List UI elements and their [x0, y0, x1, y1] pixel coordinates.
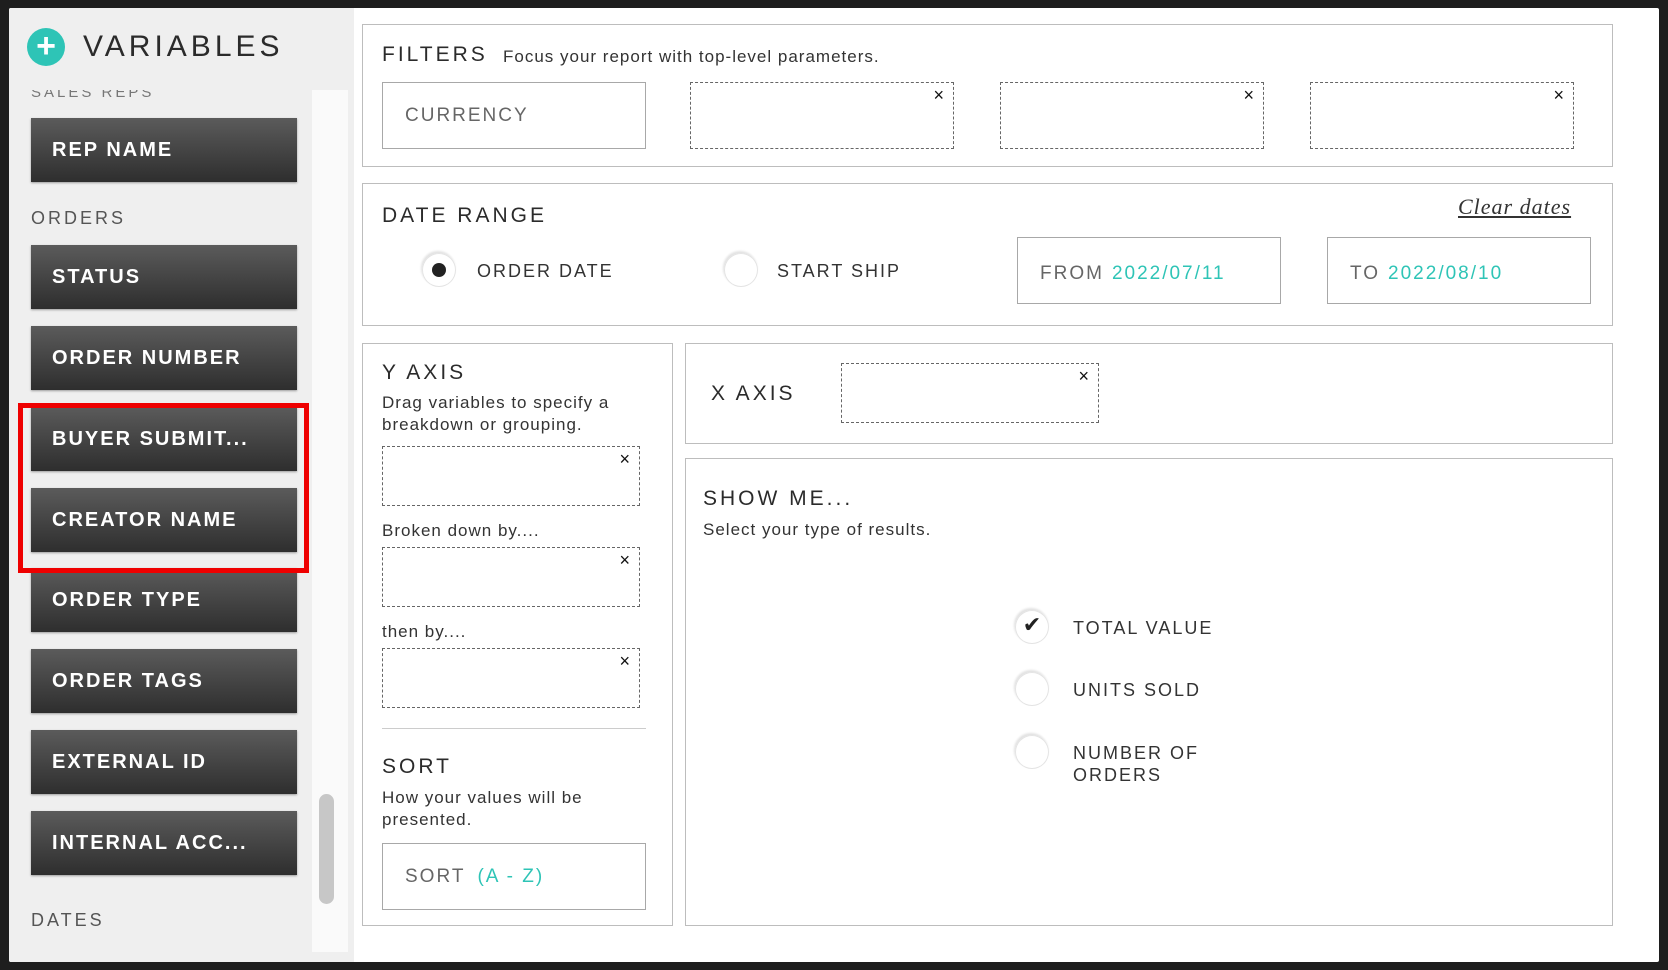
- number-of-orders-radio[interactable]: [1015, 735, 1049, 769]
- sort-label: SORT: [405, 865, 466, 887]
- remove-filter-icon[interactable]: ×: [1243, 85, 1254, 106]
- report-builder-window: + VARIABLES SALES REPS REP NAME ORDERS S…: [9, 8, 1659, 962]
- y-axis-subtitle: Drag variables to specify a breakdown or…: [382, 393, 610, 434]
- date-range-panel: DATE RANGE Clear dates ORDER DATE START …: [362, 183, 1613, 326]
- filters-subtitle: Focus your report with top-level paramet…: [503, 47, 880, 66]
- to-date-value: 2022/08/10: [1388, 262, 1504, 284]
- start-ship-radio[interactable]: [724, 253, 758, 287]
- filters-panel: FILTERS Focus your report with top-level…: [362, 24, 1613, 167]
- to-date-field[interactable]: TO 2022/08/10: [1327, 237, 1591, 304]
- broken-down-label: Broken down by....: [382, 521, 540, 540]
- x-axis-title: X AXIS: [711, 382, 796, 405]
- show-me-panel: SHOW ME... Select your type of results. …: [685, 458, 1613, 926]
- clear-dates-link[interactable]: Clear dates: [1458, 194, 1571, 220]
- sort-title: SORT: [382, 755, 452, 778]
- variable-external-id[interactable]: EXTERNAL ID: [31, 730, 297, 794]
- x-axis-drop-zone[interactable]: ×: [841, 363, 1099, 423]
- then-by-label: then by....: [382, 622, 467, 641]
- broken-down-drop-zone[interactable]: ×: [382, 547, 640, 607]
- number-of-orders-label-line2: ORDERS: [1073, 765, 1163, 785]
- filter-drop-zone-1[interactable]: ×: [690, 82, 954, 149]
- remove-variable-icon[interactable]: ×: [1078, 366, 1089, 387]
- variable-order-type[interactable]: ORDER TYPE: [31, 568, 297, 632]
- filter-drop-zone-3[interactable]: ×: [1310, 82, 1574, 149]
- section-heading-dates: DATES: [31, 910, 105, 930]
- sidebar-header: + VARIABLES: [27, 28, 284, 66]
- x-axis-panel: X AXIS ×: [685, 343, 1613, 444]
- currency-filter[interactable]: CURRENCY: [382, 82, 646, 149]
- remove-filter-icon[interactable]: ×: [1553, 85, 1564, 106]
- order-date-radio[interactable]: [422, 253, 456, 287]
- filters-title: FILTERS: [382, 43, 488, 66]
- section-heading-orders: ORDERS: [31, 208, 127, 228]
- checkmark-icon: ✔: [1022, 612, 1042, 637]
- sort-subtitle: How your values will be presented.: [382, 788, 583, 829]
- section-heading-sales-reps: SALES REPS: [31, 90, 155, 101]
- order-date-label: ORDER DATE: [477, 261, 614, 281]
- remove-variable-icon[interactable]: ×: [619, 449, 630, 470]
- sort-select[interactable]: SORT (A - Z): [382, 843, 646, 910]
- remove-variable-icon[interactable]: ×: [619, 651, 630, 672]
- variable-internal-acc[interactable]: INTERNAL ACC...: [31, 811, 297, 875]
- y-axis-title: Y AXIS: [382, 361, 467, 384]
- then-by-drop-zone[interactable]: ×: [382, 648, 640, 708]
- show-me-subtitle: Select your type of results.: [703, 520, 932, 539]
- units-sold-label: UNITS SOLD: [1073, 680, 1202, 700]
- sort-value: (A - Z): [477, 865, 545, 887]
- from-date-value: 2022/07/11: [1111, 262, 1226, 284]
- variable-rep-name[interactable]: REP NAME: [31, 118, 297, 182]
- number-of-orders-label-line1: NUMBER OF: [1073, 743, 1199, 763]
- y-axis-drop-zone[interactable]: ×: [382, 446, 640, 506]
- from-date-field[interactable]: FROM 2022/07/11: [1017, 237, 1281, 304]
- units-sold-radio[interactable]: [1015, 672, 1049, 706]
- start-ship-label: START SHIP: [777, 261, 902, 281]
- sidebar-title: VARIABLES: [83, 30, 284, 63]
- y-axis-panel: Y AXIS Drag variables to specify a break…: [362, 343, 673, 926]
- from-label: FROM: [1040, 262, 1104, 284]
- variable-status[interactable]: STATUS: [31, 245, 297, 309]
- total-value-label: TOTAL VALUE: [1073, 618, 1214, 638]
- variables-sidebar: + VARIABLES SALES REPS REP NAME ORDERS S…: [9, 8, 354, 962]
- remove-filter-icon[interactable]: ×: [933, 85, 944, 106]
- sidebar-scrollbar-thumb[interactable]: [319, 794, 334, 904]
- filter-drop-zone-2[interactable]: ×: [1000, 82, 1264, 149]
- selection-highlight: [18, 403, 309, 573]
- total-value-radio[interactable]: ✔: [1015, 610, 1049, 644]
- radio-selected-dot: [432, 263, 446, 277]
- variable-order-tags[interactable]: ORDER TAGS: [31, 649, 297, 713]
- variable-order-number[interactable]: ORDER NUMBER: [31, 326, 297, 390]
- to-label: TO: [1350, 262, 1381, 284]
- show-me-title: SHOW ME...: [703, 487, 854, 510]
- remove-variable-icon[interactable]: ×: [619, 550, 630, 571]
- add-variable-icon[interactable]: +: [27, 28, 65, 66]
- sort-divider: [382, 728, 646, 729]
- date-range-title: DATE RANGE: [382, 204, 547, 227]
